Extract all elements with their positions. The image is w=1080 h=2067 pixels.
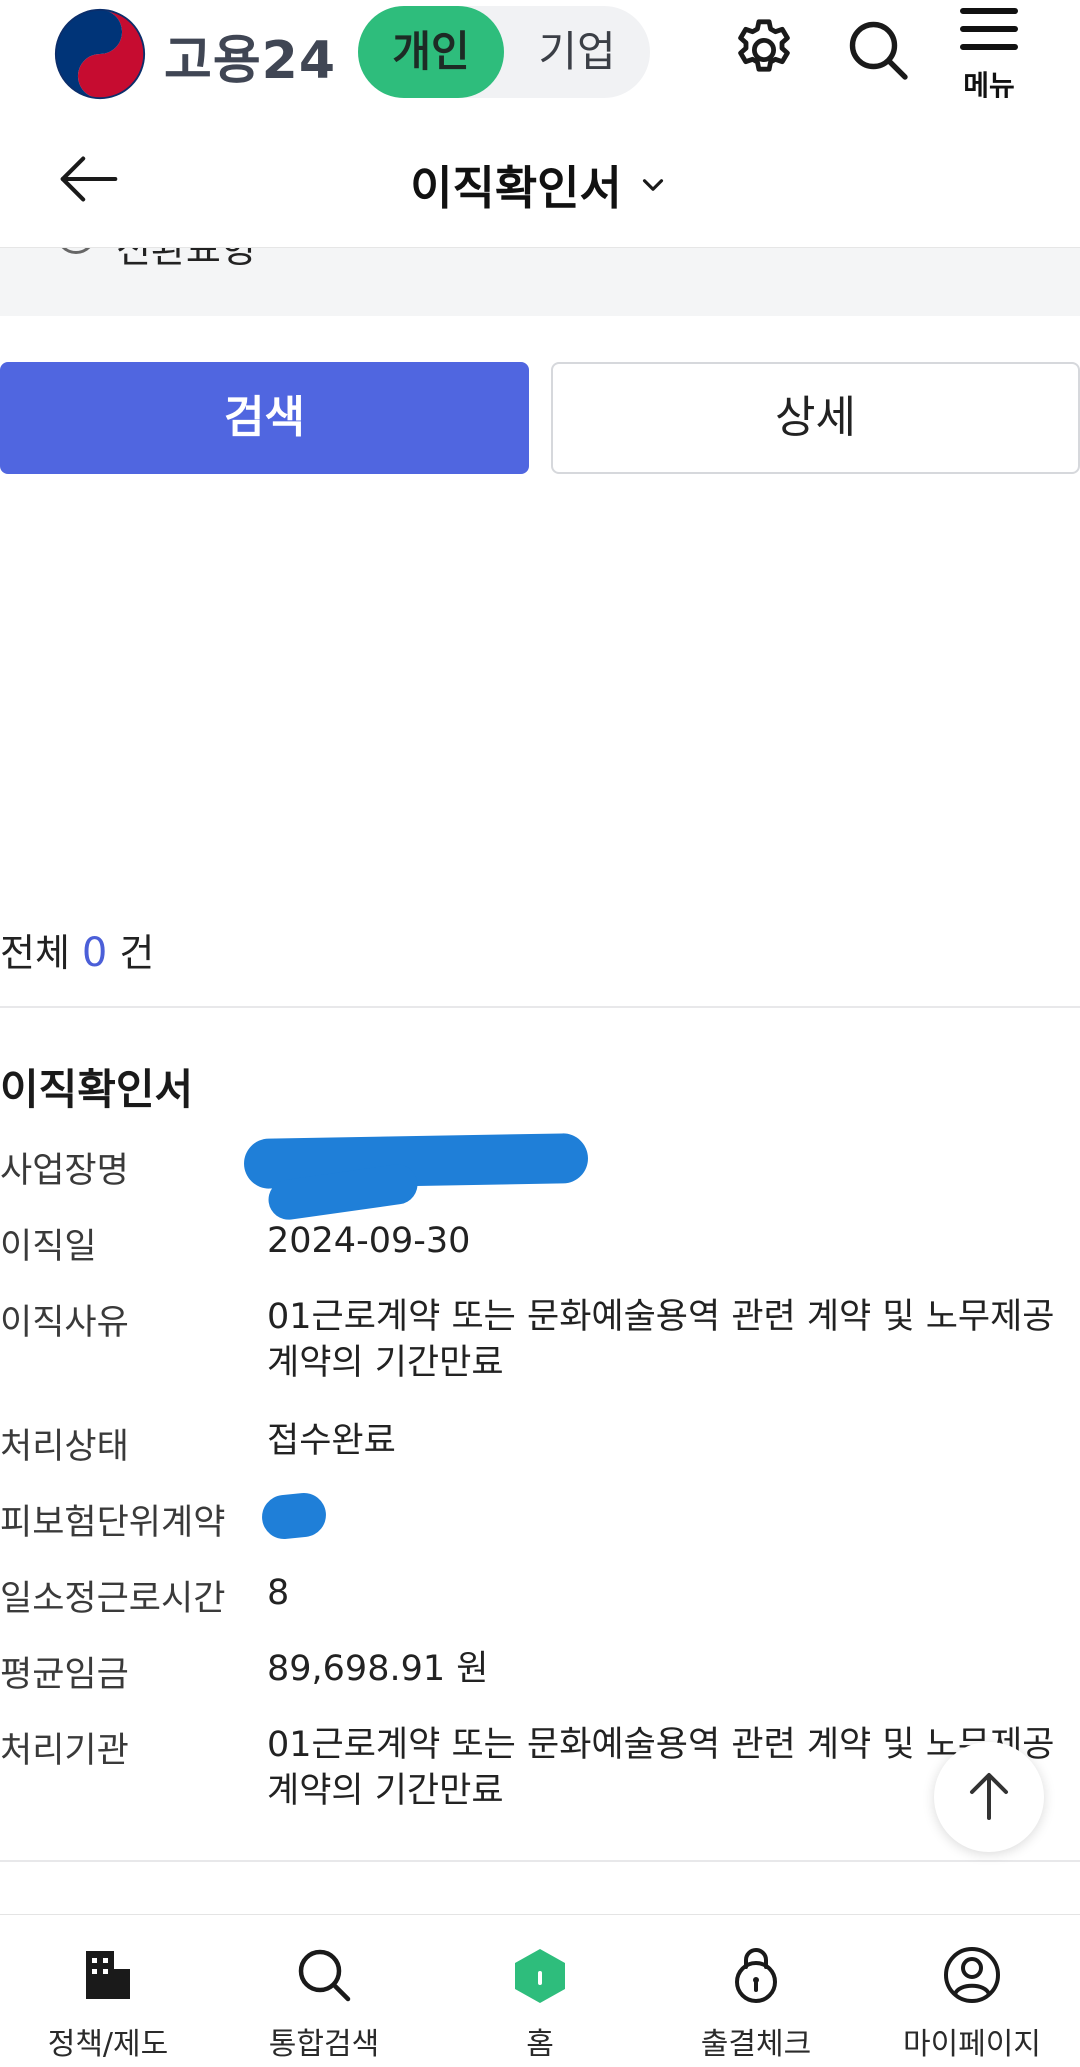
user-icon (944, 1947, 1000, 2003)
scroll-to-top-button[interactable] (934, 1742, 1044, 1852)
page-title-dropdown[interactable]: 이직확인서 (0, 152, 1080, 218)
toggle-personal[interactable]: 개인 (358, 6, 504, 98)
count-number: 0 (81, 930, 108, 976)
field-value: 8 (267, 1573, 290, 1613)
lock-icon (735, 1948, 777, 2003)
gear-icon[interactable] (728, 14, 800, 86)
filter-panel: 전환표형 (0, 248, 1080, 316)
field-value: 2024-09-30 (267, 1221, 471, 1261)
result-count: 전체 0 건 (0, 922, 154, 977)
record-title: 이직확인서 (0, 1065, 194, 1114)
count-prefix: 전체 (0, 931, 70, 975)
divider (0, 1860, 1080, 1862)
redaction-mark (259, 1490, 329, 1542)
field-label: 평균임금 (0, 1655, 129, 1695)
field-label: 이직일 (0, 1227, 97, 1267)
field-label: 처리기관 (0, 1731, 129, 1771)
toggle-company[interactable]: 기업 (504, 6, 650, 98)
field-label: 이직사유 (0, 1303, 129, 1343)
nav-home[interactable]: 홈 (432, 1915, 648, 2067)
field-value: 접수완료 (267, 1421, 396, 1461)
arrow-up-icon (970, 1773, 1008, 1820)
nav-label: 통합검색 (268, 2027, 380, 2062)
menu-button[interactable]: 메뉴 (952, 4, 1026, 102)
search-icon (298, 1949, 351, 2002)
nav-mypage[interactable]: 마이페이지 (864, 1915, 1080, 2067)
menu-label: 메뉴 (963, 69, 1015, 102)
field-label: 처리상태 (0, 1427, 129, 1467)
field-label: 일소정근로시간 (0, 1579, 226, 1619)
nav-policy[interactable]: 정책/제도 (0, 1915, 216, 2067)
brand-name[interactable]: 고용24 (164, 18, 336, 93)
chevron-down-icon (642, 179, 663, 191)
home-icon (515, 1949, 565, 2003)
search-button[interactable]: 검색 (0, 362, 529, 474)
nav-label: 출결체크 (700, 2027, 812, 2062)
nav-label: 정책/제도 (47, 2027, 169, 2062)
nav-search[interactable]: 통합검색 (216, 1915, 432, 2067)
page-title: 이직확인서 (410, 161, 622, 215)
user-type-toggle[interactable]: 개인 기업 (358, 6, 650, 98)
search-icon[interactable] (842, 14, 914, 86)
nav-label: 마이페이지 (903, 2027, 1041, 2062)
field-value: 01근로계약 또는 문화예술용역 관련 계약 및 노무제공계약의 기간만료 (267, 1297, 1055, 1383)
filter-radio[interactable] (56, 248, 96, 254)
nav-attendance[interactable]: 출결체크 (648, 1915, 864, 2067)
detail-button[interactable]: 상세 (551, 362, 1080, 474)
field-label: 피보험단위계약 (0, 1503, 226, 1543)
filter-option-label: 전환표형 (116, 248, 256, 271)
page-header: 이직확인서 (0, 110, 1080, 248)
building-icon (86, 1951, 130, 1999)
nav-label: 홈 (526, 2027, 554, 2062)
divider (0, 1006, 1080, 1008)
bottom-navigation: 정책/제도 통합검색 홈 출결체크 마이페이지 (0, 1914, 1080, 2067)
count-suffix: 건 (119, 931, 155, 975)
top-header: 고용24 개인 기업 메뉴 (0, 0, 1080, 110)
field-value: 89,698.91 원 (267, 1649, 489, 1689)
field-label: 사업장명 (0, 1151, 129, 1191)
government-logo-icon[interactable] (54, 8, 146, 100)
